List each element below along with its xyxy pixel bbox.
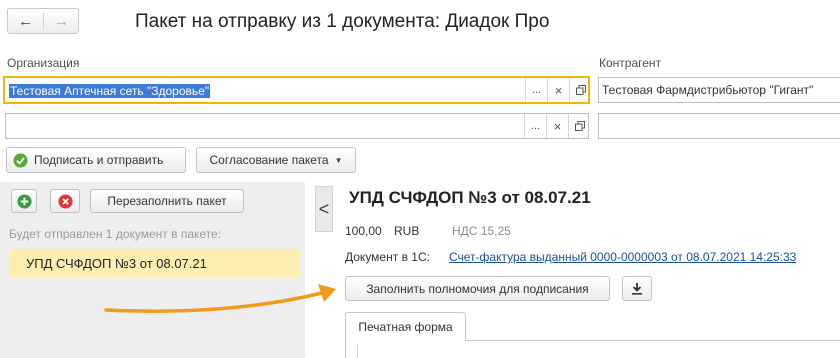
package-info-text: Будет отправлен 1 документ в пакете: bbox=[9, 227, 222, 241]
document-link[interactable]: Счет-фактура выданный 0000-0000003 от 08… bbox=[449, 250, 796, 264]
check-circle-icon bbox=[13, 152, 28, 168]
secondary-clear-button[interactable]: × bbox=[546, 114, 568, 138]
window-title: Пакет на отправку из 1 документа: Диадок… bbox=[135, 11, 550, 32]
ellipsis-icon: ... bbox=[530, 120, 541, 132]
refill-package-button[interactable]: Перезаполнить пакет bbox=[90, 189, 244, 213]
document-in-1c-label: Документ в 1С: bbox=[345, 250, 430, 264]
sign-and-send-label: Подписать и отправить bbox=[34, 153, 164, 167]
arrow-right-icon: → bbox=[54, 12, 69, 30]
print-form-content bbox=[345, 341, 840, 358]
print-form-inner-border bbox=[357, 345, 358, 358]
fill-signing-powers-label: Заполнить полномочия для подписания bbox=[366, 281, 589, 296]
secondary-select-button[interactable]: ... bbox=[524, 114, 546, 138]
open-window-icon bbox=[575, 85, 586, 95]
organization-select-button[interactable]: ... bbox=[525, 78, 547, 102]
organization-value: Тестовая Аптечная сеть "Здоровье" bbox=[9, 84, 211, 98]
document-vat: НДС 15,25 bbox=[452, 224, 511, 238]
list-item-label: УПД СЧФДОП №3 от 08.07.21 bbox=[26, 256, 207, 271]
secondary-open-button[interactable] bbox=[568, 114, 590, 138]
document-title: УПД СЧФДОП №3 от 08.07.21 bbox=[349, 188, 591, 207]
close-icon: × bbox=[553, 118, 562, 134]
add-button[interactable] bbox=[11, 189, 37, 213]
organization-field[interactable]: Тестовая Аптечная сеть "Здоровье" ... × bbox=[3, 76, 590, 104]
ellipsis-icon: ... bbox=[531, 84, 542, 96]
hint-arrow-icon bbox=[104, 284, 336, 313]
chevron-left-icon: < bbox=[318, 198, 330, 219]
arrow-left-icon: ← bbox=[18, 12, 33, 30]
back-button[interactable]: ← bbox=[8, 9, 43, 33]
download-button[interactable] bbox=[622, 276, 652, 301]
counterparty-value: Тестовая Фармдистрибьютор "Гигант" bbox=[602, 83, 814, 97]
secondary-field[interactable]: ... × bbox=[5, 113, 589, 139]
collapse-panel-button[interactable]: < bbox=[315, 186, 333, 232]
tab-print-form[interactable]: Печатная форма bbox=[345, 312, 466, 341]
list-item[interactable]: УПД СЧФДОП №3 от 08.07.21 bbox=[10, 249, 299, 277]
package-approval-label: Согласование пакета bbox=[209, 153, 329, 167]
document-currency: RUB bbox=[394, 224, 420, 238]
forward-button[interactable]: → bbox=[44, 9, 79, 33]
plus-circle-icon bbox=[16, 193, 32, 209]
organization-open-button[interactable] bbox=[569, 78, 591, 102]
counterparty-label: Контрагент bbox=[599, 56, 662, 70]
counterparty-field[interactable]: Тестовая Фармдистрибьютор "Гигант" bbox=[598, 77, 840, 103]
fill-signing-powers-button[interactable]: Заполнить полномочия для подписания bbox=[345, 276, 610, 301]
document-amount: 100,00 bbox=[345, 224, 382, 238]
refill-package-label: Перезаполнить пакет bbox=[107, 194, 227, 208]
caret-down-icon: ▼ bbox=[334, 155, 343, 165]
organization-label: Организация bbox=[7, 56, 80, 70]
delete-button[interactable] bbox=[50, 189, 80, 213]
remove-circle-icon bbox=[57, 193, 73, 209]
open-window-icon bbox=[574, 121, 585, 131]
sign-and-send-button[interactable]: Подписать и отправить bbox=[6, 147, 186, 173]
close-icon: × bbox=[554, 82, 563, 98]
organization-clear-button[interactable]: × bbox=[547, 78, 569, 102]
tab-print-form-label: Печатная форма bbox=[358, 320, 453, 334]
package-approval-button[interactable]: Согласование пакета ▼ bbox=[196, 147, 356, 173]
secondary-right-field[interactable] bbox=[598, 113, 840, 139]
download-icon bbox=[632, 283, 642, 295]
